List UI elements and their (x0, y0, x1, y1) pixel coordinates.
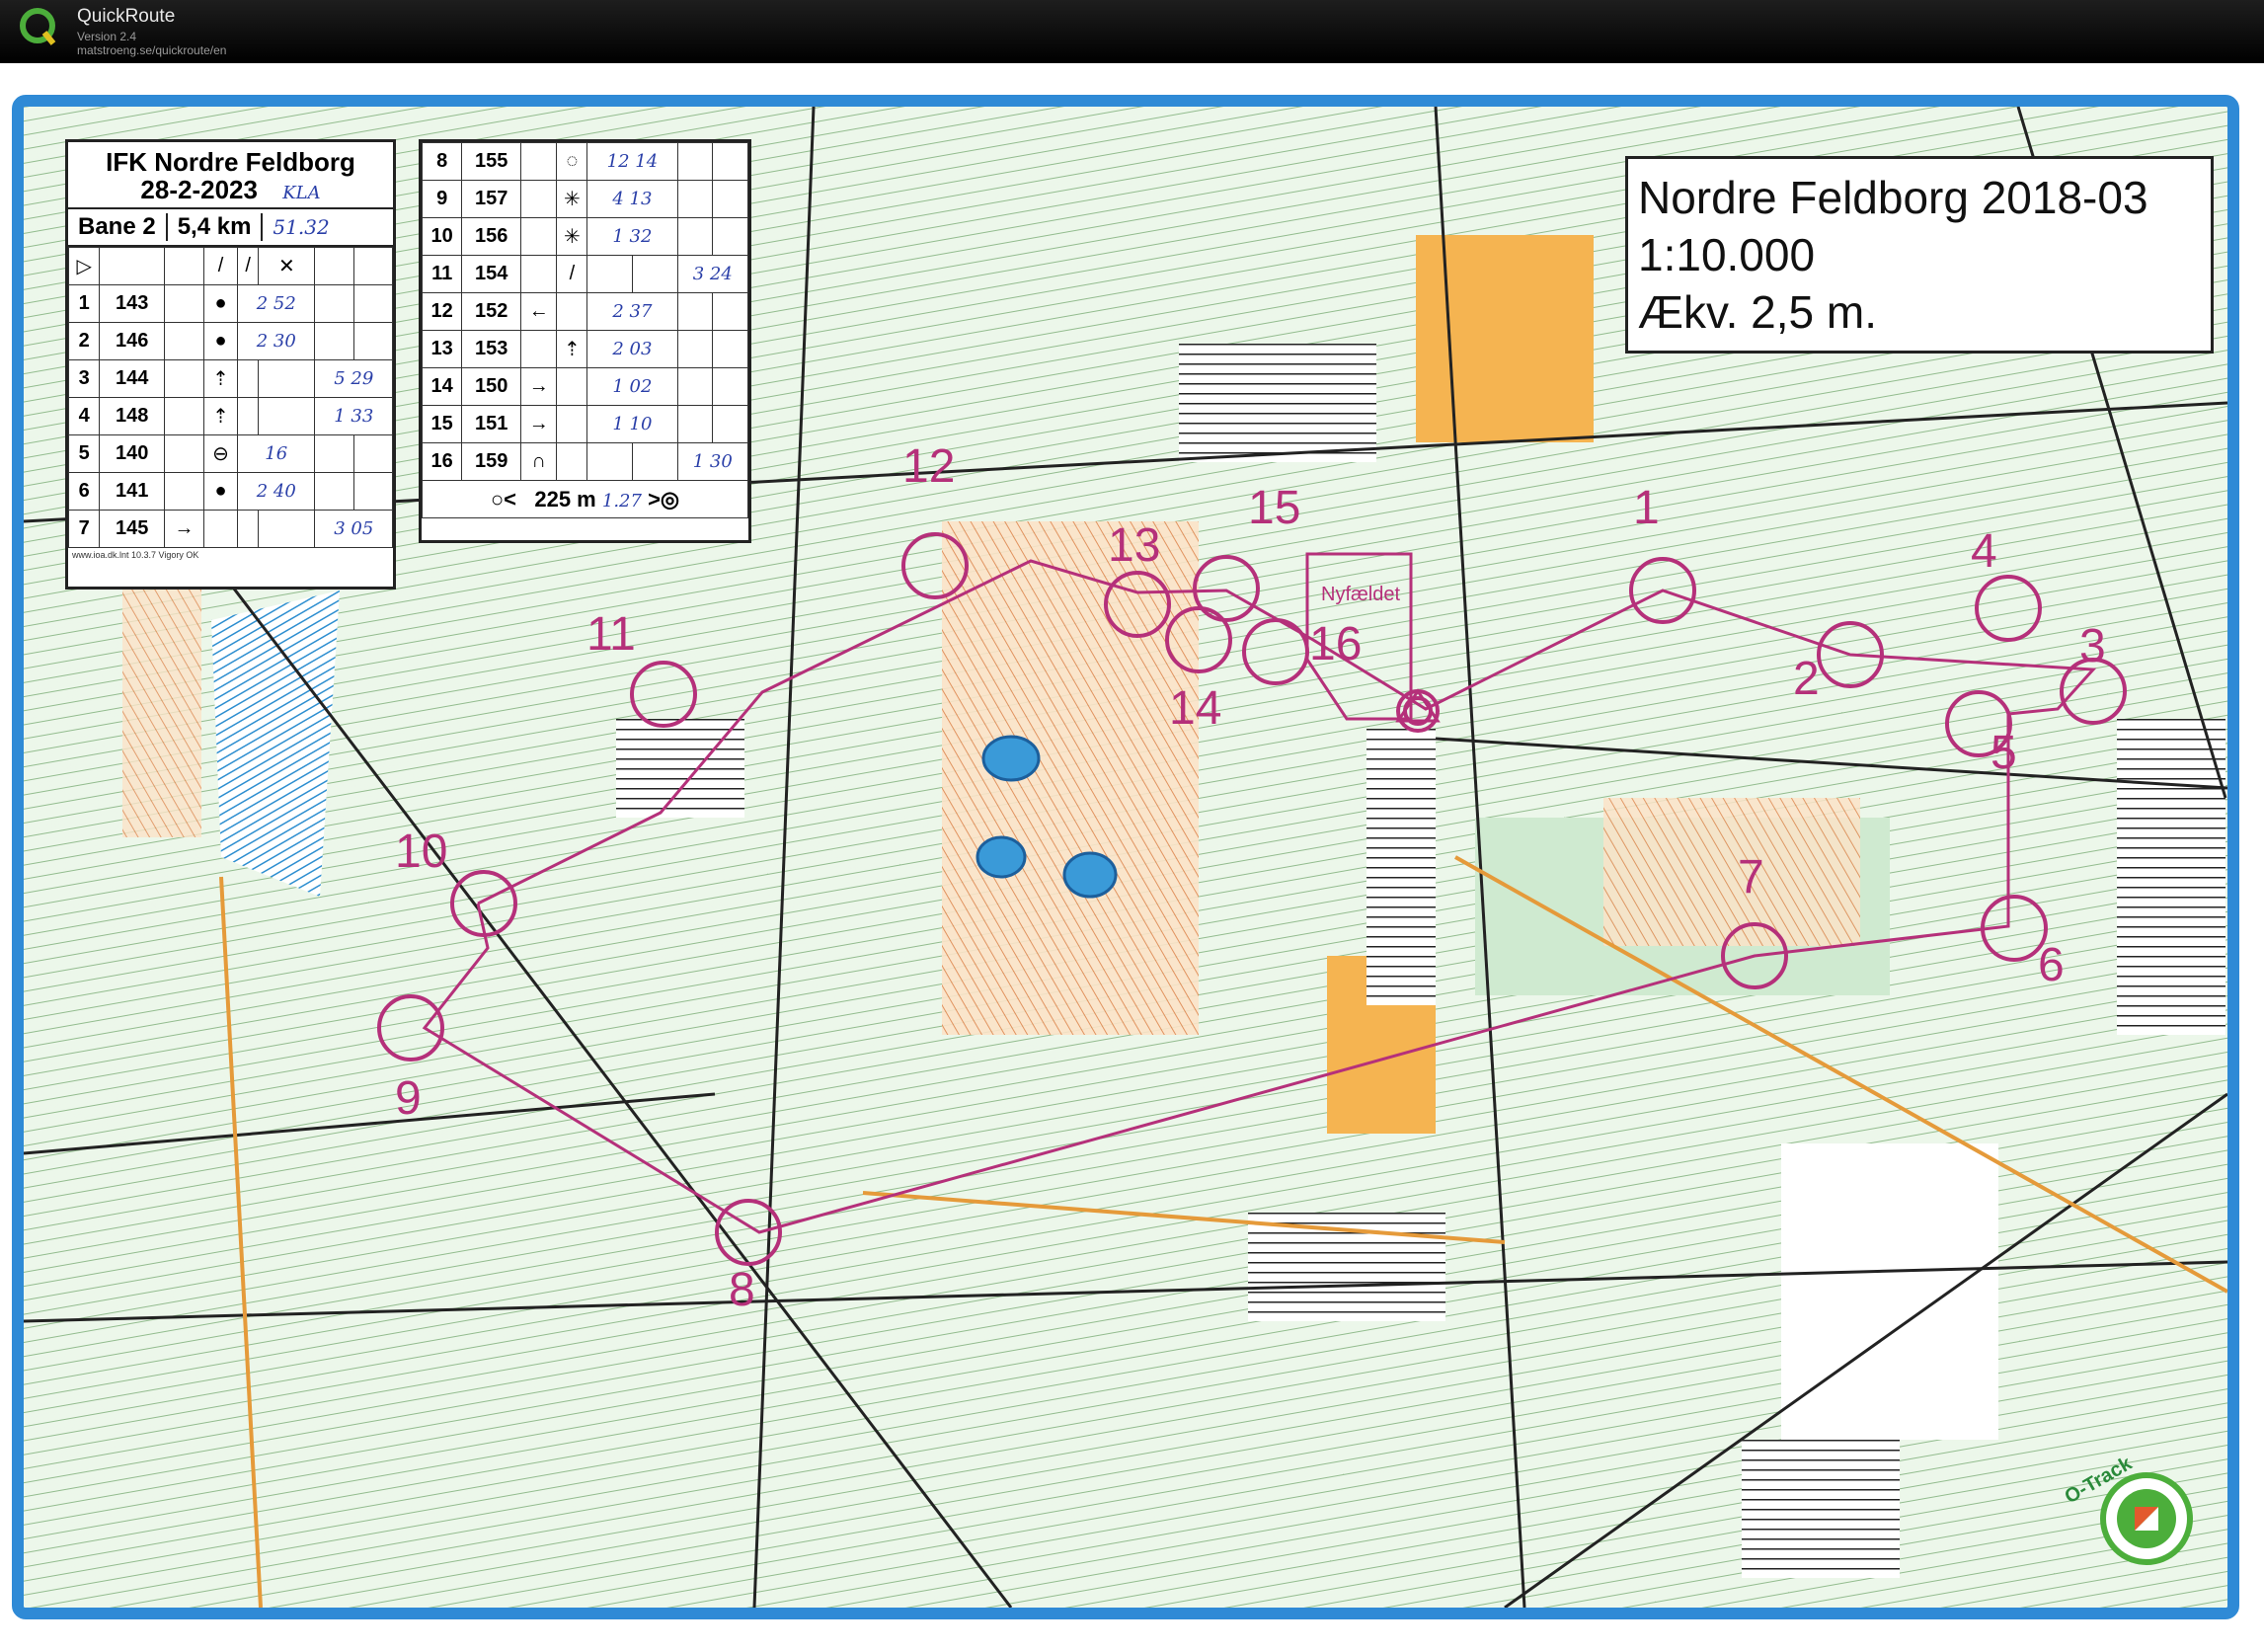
total-time: 51.32 (273, 215, 330, 239)
description-table-left: ▷ / / ✕ 1 143 ● 2 52 2 146 ● 2 30 3 144 ⇡ 5 29 4 148 ⇡… (67, 247, 394, 548)
control-label-13: 13 (1108, 519, 1160, 572)
control-label-11: 11 (586, 608, 636, 661)
table-row: 3 144 ⇡ 5 29 (67, 359, 393, 398)
map-scale: 1:10.000 (1638, 229, 1816, 280)
map-contour-interval: Ækv. 2,5 m. (1638, 286, 1877, 338)
course-header: Bane 2 5,4 km 51.32 (68, 207, 393, 247)
control-label-7: 7 (1738, 851, 1764, 904)
table-row: 7 145 → 3 05 (67, 510, 393, 548)
course-length: 5,4 km (165, 213, 264, 241)
table-row: 10 156 ✳ 1 32 (421, 217, 748, 256)
sheet-footer: www.ioa.dk.lnt 10.3.7 Vigory OK (72, 550, 199, 560)
table-row: 13 153 ⇡ 2 03 (421, 330, 748, 368)
start-row: ▷ / / ✕ (67, 247, 394, 285)
app-version: Version 2.4 (77, 30, 137, 43)
table-row: 1 143 ● 2 52 (67, 284, 394, 323)
table-row: 4 148 ⇡ 1 33 (67, 397, 393, 435)
control-label-4: 4 (1971, 525, 1997, 578)
control-description-sheet-left: IFK Nordre Feldborg 28-2-2023 KLA Bane 2… (65, 139, 396, 590)
quickroute-logo-icon (20, 8, 56, 45)
control-label-2: 2 (1793, 653, 1820, 705)
map-title-box: Nordre Feldborg 2018-03 1:10.000 Ækv. 2,… (1625, 156, 2214, 354)
finish-row: ○< 225 m 1.27 >◎ (422, 480, 748, 518)
app-url[interactable]: matstroeng.se/quickroute/en (77, 43, 226, 57)
title-bar: QuickRoute Version 2.4 matstroeng.se/qui… (0, 0, 2264, 63)
table-row: 2 146 ● 2 30 (67, 322, 394, 360)
control-label-16: 16 (1309, 618, 1362, 670)
table-row: 12 152 ← 2 37 (421, 292, 748, 331)
date-note: KLA (282, 183, 321, 203)
map-title: Nordre Feldborg 2018-03 (1638, 172, 2148, 223)
control-label-10: 10 (395, 826, 447, 878)
table-row: 6 141 ● 2 40 (67, 472, 394, 511)
control-label-8: 8 (729, 1264, 755, 1316)
place-label: Nyfældet (1321, 584, 1400, 605)
control-label-12: 12 (902, 440, 955, 493)
control-label-9: 9 (395, 1072, 422, 1125)
control-label-14: 14 (1169, 682, 1221, 735)
table-row: 11 154/3 24 (421, 255, 748, 293)
control-label-15: 15 (1248, 482, 1300, 534)
control-label-5: 5 (1991, 727, 2017, 779)
table-row: 16 159 ∩ 1 30 (421, 442, 748, 481)
otrack-logo-icon: O-Track (2062, 1453, 2193, 1565)
finish-time: 1.27 (601, 490, 642, 511)
table-row: 9 157 ✳ 4 13 (421, 180, 748, 218)
funnel-start-icon: ○< (490, 486, 517, 511)
control-label-1: 1 (1633, 482, 1660, 534)
description-table-right: 8 155 ◌ 12 14 9 157 ✳ 4 13 10 156 ✳ 1 32 11 154/3 … (421, 142, 748, 518)
start-triangle-icon: ▷ (67, 247, 101, 285)
finish-distance: 225 m (534, 486, 596, 511)
control-label-3: 3 (2079, 620, 2106, 672)
table-row: 14 150 → 1 02 (421, 367, 748, 406)
table-row: 5 140 ⊖ 16 (67, 434, 394, 473)
table-row: 8 155 ◌ 12 14 (421, 142, 748, 181)
control-label-6: 6 (2038, 939, 2065, 991)
orienteering-map[interactable]: 1 2 3 4 5 6 7 8 9 10 11 12 13 14 15 16 N… (12, 95, 2239, 1619)
club-name: IFK Nordre Feldborg (106, 147, 355, 177)
finish-circle-icon: >◎ (648, 486, 680, 511)
app-title: QuickRoute (77, 6, 176, 27)
event-date: 28-2-2023 (140, 175, 258, 204)
course-name: Bane 2 (78, 213, 156, 240)
control-description-sheet-right: 8 155 ◌ 12 14 9 157 ✳ 4 13 10 156 ✳ 1 32 11 154/3 … (419, 139, 751, 543)
table-row: 15 151 → 1 10 (421, 405, 748, 443)
